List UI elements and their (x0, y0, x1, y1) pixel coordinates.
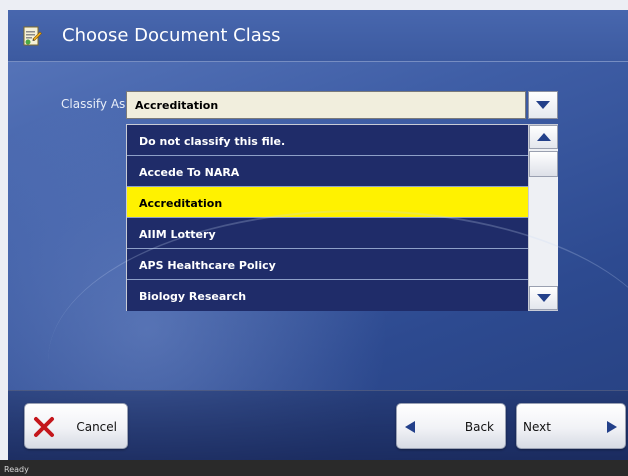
dropdown-toggle-button[interactable] (528, 91, 558, 119)
next-button-label: Next (523, 420, 551, 434)
page-title: Choose Document Class (62, 25, 281, 46)
list-item-label: Accreditation (139, 197, 223, 210)
footer-band (8, 390, 628, 460)
cancel-button-label: Cancel (76, 420, 117, 434)
close-icon (33, 416, 55, 441)
list-item[interactable]: Accede To NARA (127, 156, 528, 187)
arrow-right-icon (607, 421, 617, 436)
scroll-down-button[interactable] (529, 286, 558, 310)
scrollbar-thumb[interactable] (529, 151, 558, 177)
back-button-label: Back (464, 420, 494, 434)
list-item[interactable]: AIIM Lottery (127, 218, 528, 249)
back-button[interactable]: Back (396, 403, 506, 449)
list-item-label: Biology Research (139, 290, 247, 303)
list-item-selected[interactable]: Accreditation (127, 187, 528, 218)
list-item-label: Do not classify this file. (139, 135, 286, 148)
status-bar: Ready (0, 460, 628, 476)
classify-as-value: Accreditation (135, 99, 219, 112)
scroll-up-button[interactable] (529, 125, 558, 149)
dialog-window: Choose Document Class Classify As: Accre… (8, 10, 628, 460)
classify-as-select[interactable]: Accreditation (126, 91, 526, 119)
chevron-up-icon (536, 128, 551, 146)
cancel-button[interactable]: Cancel (24, 403, 128, 449)
arrow-left-icon (405, 421, 415, 436)
document-class-listbox[interactable]: Do not classify this file. Accede To NAR… (126, 124, 558, 311)
next-button[interactable]: Next (516, 403, 626, 449)
classify-as-label: Classify As: (61, 97, 130, 111)
list-scrollbar[interactable] (528, 125, 558, 310)
chevron-down-icon (536, 289, 551, 307)
list-item-label: AIIM Lottery (139, 228, 216, 241)
list-item[interactable]: Biology Research (127, 280, 528, 311)
list-item[interactable]: APS Healthcare Policy (127, 249, 528, 280)
document-class-list: Do not classify this file. Accede To NAR… (127, 125, 528, 311)
list-item[interactable]: Do not classify this file. (127, 125, 528, 156)
document-class-icon (22, 25, 42, 47)
title-bar: Choose Document Class (8, 10, 628, 62)
list-item-label: APS Healthcare Policy (139, 259, 276, 272)
chevron-down-icon (536, 96, 550, 114)
list-item-label: Accede To NARA (139, 166, 240, 179)
status-text: Ready (4, 465, 29, 474)
